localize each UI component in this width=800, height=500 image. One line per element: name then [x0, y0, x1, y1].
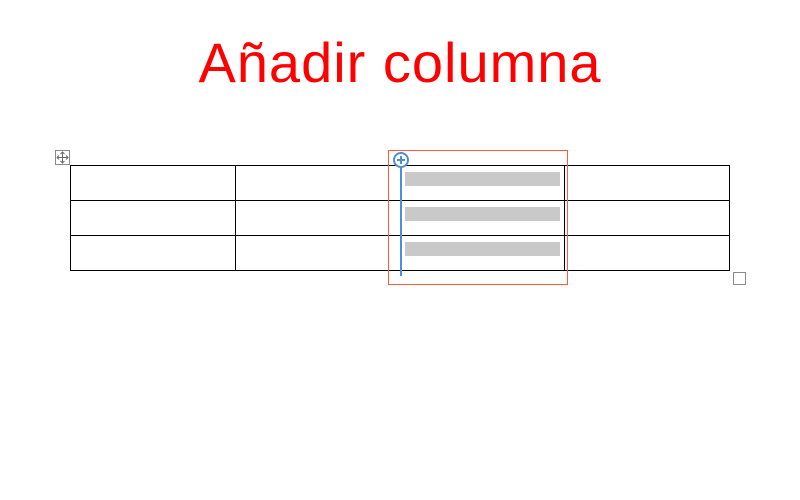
table-row[interactable]	[71, 201, 730, 236]
cell-highlight	[405, 207, 561, 221]
table-cell[interactable]	[400, 166, 565, 201]
table-move-handle-icon[interactable]	[55, 150, 70, 165]
table-cell[interactable]	[71, 236, 236, 271]
table-cell[interactable]	[235, 201, 400, 236]
table-cell[interactable]	[565, 236, 730, 271]
word-table[interactable]	[70, 165, 730, 271]
table-row[interactable]	[71, 166, 730, 201]
table-cell[interactable]	[235, 166, 400, 201]
table-cell[interactable]	[71, 201, 236, 236]
cell-highlight	[405, 172, 561, 186]
table-resize-handle-icon[interactable]	[733, 272, 746, 285]
word-table-container	[70, 165, 730, 271]
table-cell[interactable]	[71, 166, 236, 201]
table-cell[interactable]	[565, 201, 730, 236]
add-column-button[interactable]	[393, 152, 409, 168]
table-cell[interactable]	[565, 166, 730, 201]
page-title: Añadir columna	[0, 30, 800, 95]
table-row[interactable]	[71, 236, 730, 271]
table-cell[interactable]	[400, 236, 565, 271]
table-cell[interactable]	[400, 201, 565, 236]
cell-highlight	[405, 242, 561, 256]
table-cell[interactable]	[235, 236, 400, 271]
editor-canvas: Añadir columna	[0, 0, 800, 500]
